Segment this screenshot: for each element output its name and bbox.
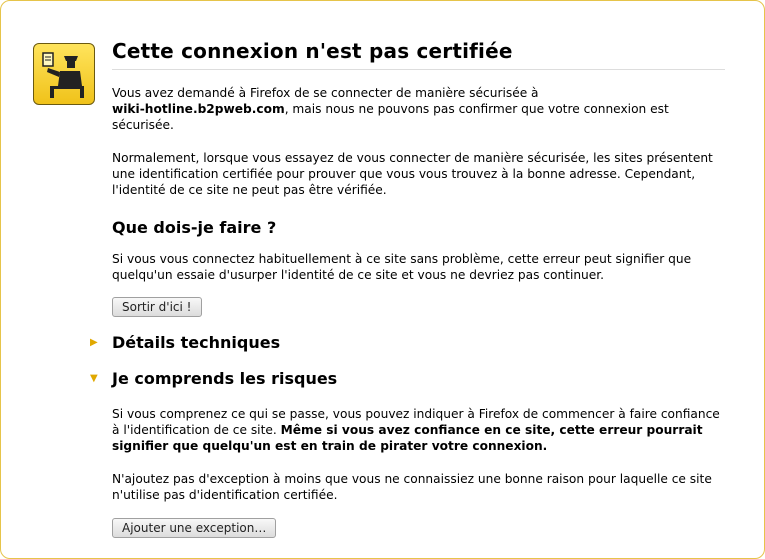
risks-paragraph: Si vous comprenez ce qui se passe, vous … bbox=[112, 406, 725, 454]
intro-paragraph: Vous avez demandé à Firefox de se connec… bbox=[112, 85, 725, 133]
add-exception-button[interactable]: Ajouter une exception… bbox=[112, 518, 277, 538]
security-officer-icon bbox=[33, 43, 95, 105]
exception-warning: N'ajoutez pas d'exception à moins que vo… bbox=[112, 472, 712, 502]
what-to-do-heading: Que dois-je faire ? bbox=[112, 218, 277, 237]
technical-details-label[interactable]: Détails techniques bbox=[112, 333, 280, 352]
intro-before: Vous avez demandé à Firefox de se connec… bbox=[112, 86, 539, 100]
risks-label[interactable]: Je comprends les risques bbox=[112, 369, 337, 388]
collapsed-arrow-icon: ▶ bbox=[90, 337, 98, 348]
error-page-frame: Cette connexion n'est pas certifiée Vous… bbox=[0, 0, 765, 559]
what-to-do-text: Si vous vous connectez habituellement à … bbox=[112, 252, 692, 282]
technical-details-expander[interactable]: ▶ Détails techniques bbox=[90, 333, 703, 352]
risks-expander[interactable]: ▼ Je comprends les risques bbox=[90, 369, 703, 388]
host-name: wiki-hotline.b2pweb.com bbox=[112, 102, 285, 116]
get-out-button[interactable]: Sortir d'ici ! bbox=[112, 297, 202, 317]
explanation-paragraph: Normalement, lorsque vous essayez de vou… bbox=[112, 151, 713, 197]
error-content: Cette connexion n'est pas certifiée Vous… bbox=[90, 39, 725, 538]
page-title: Cette connexion n'est pas certifiée bbox=[112, 39, 725, 70]
expanded-arrow-icon: ▼ bbox=[90, 373, 98, 384]
